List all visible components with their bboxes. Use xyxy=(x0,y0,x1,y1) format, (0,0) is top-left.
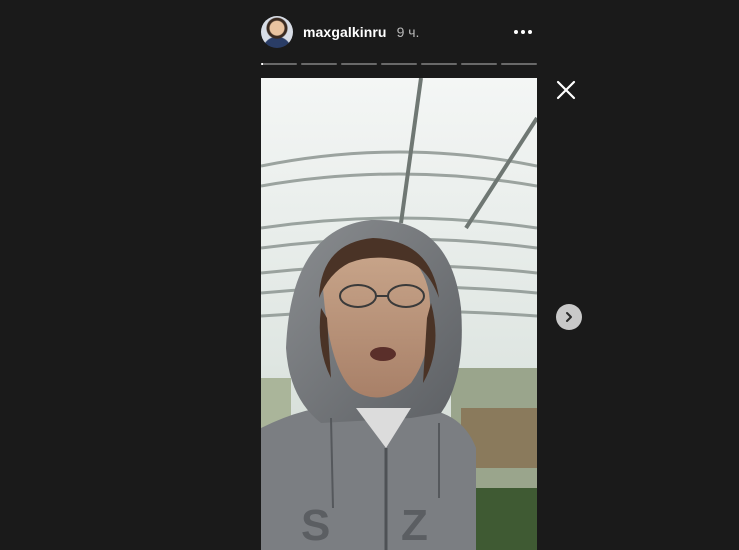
progress-segment xyxy=(341,63,377,65)
more-options-icon[interactable] xyxy=(509,22,537,42)
progress-segment xyxy=(501,63,537,65)
shirt-print: S xyxy=(301,501,330,550)
dot xyxy=(521,30,525,34)
post-time: 9 ч. xyxy=(396,24,420,40)
story-media[interactable]: S Z xyxy=(261,78,537,550)
profile-avatar[interactable] xyxy=(261,16,293,48)
progress-segment xyxy=(421,63,457,65)
story-progress-bar xyxy=(261,63,537,65)
progress-segment xyxy=(301,63,337,65)
dot xyxy=(528,30,532,34)
progress-segment xyxy=(381,63,417,65)
close-icon[interactable] xyxy=(554,78,578,102)
story-photo: S Z xyxy=(261,78,537,550)
username[interactable]: maxgalkinru xyxy=(303,24,387,40)
story-viewer: maxgalkinru 9 ч. S Z xyxy=(0,0,739,550)
shirt-print: Z xyxy=(401,501,428,550)
progress-segment xyxy=(261,63,297,65)
progress-segment xyxy=(461,63,497,65)
story-header: maxgalkinru 9 ч. xyxy=(261,14,537,50)
progress-fill xyxy=(261,63,263,65)
dot xyxy=(514,30,518,34)
chevron-right-icon[interactable] xyxy=(556,304,582,330)
